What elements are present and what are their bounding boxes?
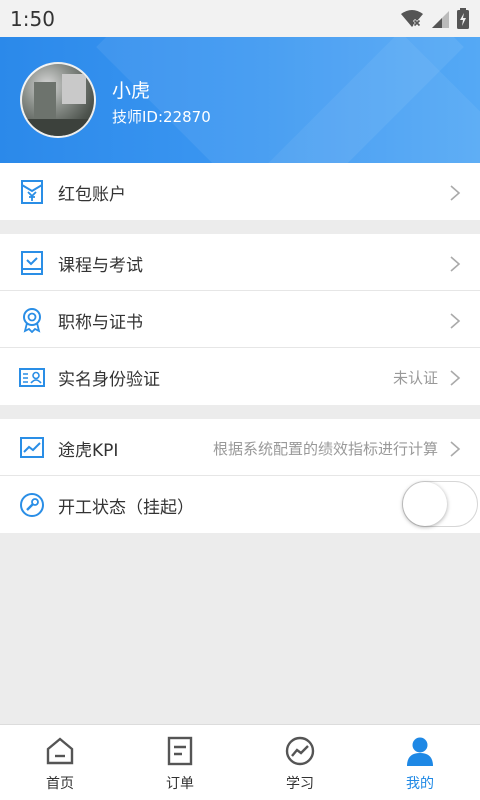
home-icon bbox=[46, 737, 74, 765]
signal-icon bbox=[432, 11, 449, 28]
course-icon bbox=[21, 251, 43, 275]
menu-label: 途虎KPI bbox=[58, 441, 119, 461]
order-icon bbox=[167, 736, 193, 766]
user-name: 小虎 bbox=[112, 80, 151, 102]
menu-group-work: 途虎KPI 根据系统配置的绩效指标进行计算 开工状态（挂起） bbox=[0, 419, 480, 533]
chevron-right-icon bbox=[450, 441, 461, 457]
battery-charging-icon bbox=[457, 8, 469, 29]
red-packet-icon bbox=[21, 180, 43, 204]
wifi-off-icon bbox=[401, 10, 423, 28]
tech-id: 技师ID:22870 bbox=[112, 108, 211, 126]
menu-item-titles-certificates[interactable]: 职称与证书 bbox=[0, 291, 480, 348]
status-bar: 1:50 bbox=[0, 0, 480, 37]
chevron-right-icon bbox=[450, 185, 461, 201]
wrench-icon bbox=[20, 493, 44, 517]
menu-label: 红包账户 bbox=[58, 185, 126, 205]
tab-label: 学习 bbox=[286, 776, 314, 792]
menu-label: 实名身份验证 bbox=[58, 370, 160, 390]
tab-mine[interactable]: 我的 bbox=[360, 725, 480, 800]
menu-item-kpi[interactable]: 途虎KPI 根据系统配置的绩效指标进行计算 bbox=[0, 419, 480, 476]
menu-label: 开工状态（挂起） bbox=[58, 498, 194, 518]
menu-label: 职称与证书 bbox=[58, 313, 143, 333]
menu-group-wallet: 红包账户 bbox=[0, 163, 480, 220]
tab-label: 首页 bbox=[46, 776, 74, 792]
tab-orders[interactable]: 订单 bbox=[120, 725, 240, 800]
study-icon bbox=[285, 736, 315, 766]
bottom-tab-bar: 首页 订单 学习 我的 bbox=[0, 724, 480, 800]
tab-study[interactable]: 学习 bbox=[240, 725, 360, 800]
menu-item-red-packet[interactable]: 红包账户 bbox=[0, 163, 480, 220]
avatar[interactable] bbox=[20, 62, 96, 138]
menu-item-realname-verification[interactable]: 实名身份验证 未认证 bbox=[0, 348, 480, 405]
certificate-icon bbox=[23, 308, 41, 333]
kpi-chart-icon bbox=[20, 437, 44, 458]
profile-header: 小虎 技师ID:22870 bbox=[0, 37, 480, 163]
menu-item-work-status: 开工状态（挂起） bbox=[0, 476, 480, 533]
tab-label: 我的 bbox=[406, 776, 434, 792]
menu-item-courses[interactable]: 课程与考试 bbox=[0, 234, 480, 291]
toggle-knob bbox=[403, 482, 447, 526]
work-status-toggle[interactable] bbox=[402, 481, 478, 527]
chevron-right-icon bbox=[450, 313, 461, 329]
verification-status: 未认证 bbox=[392, 369, 438, 387]
tab-home[interactable]: 首页 bbox=[0, 725, 120, 800]
chevron-right-icon bbox=[450, 370, 461, 386]
system-icons bbox=[400, 8, 470, 30]
profile-icon bbox=[407, 737, 433, 766]
menu-group-learning: 课程与考试 职称与证书 实名身份验证 未认证 bbox=[0, 234, 480, 405]
status-time: 1:50 bbox=[10, 7, 55, 31]
kpi-description: 根据系统配置的绩效指标进行计算 bbox=[212, 440, 438, 458]
chevron-right-icon bbox=[450, 256, 461, 272]
id-card-icon bbox=[19, 368, 45, 387]
tab-label: 订单 bbox=[166, 776, 194, 792]
menu-label: 课程与考试 bbox=[58, 256, 143, 276]
